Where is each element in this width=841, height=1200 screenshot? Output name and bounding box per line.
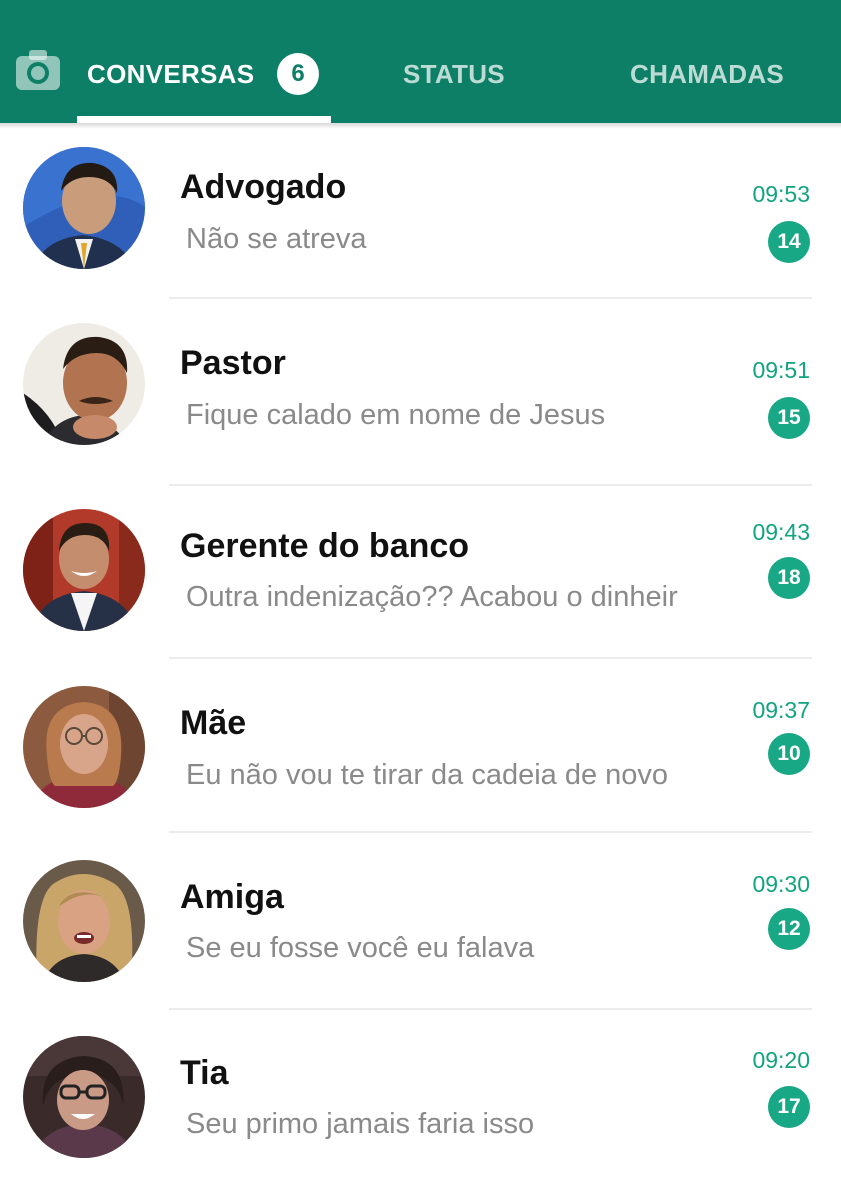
unread-count-badge: 10: [768, 733, 810, 775]
message-time: 09:30: [752, 871, 810, 897]
chat-row-advogado[interactable]: Advogado Não se atreva 09:53 14: [0, 127, 841, 299]
top-app-bar: CONVERSAS 6 STATUS CHAMADAS: [0, 0, 841, 123]
tab-status[interactable]: STATUS: [403, 56, 505, 92]
contact-name: Gerente do banco: [180, 527, 470, 565]
unread-count-badge: 14: [768, 221, 810, 263]
message-preview: Outra indenização?? Acabou o dinheir: [186, 581, 678, 613]
unread-count-badge: 12: [768, 908, 810, 950]
message-preview: Não se atreva: [186, 223, 367, 255]
message-preview: Fique calado em nome de Jesus: [186, 399, 606, 431]
message-time: 09:53: [752, 181, 810, 207]
contact-name: Amiga: [180, 878, 284, 916]
avatar[interactable]: [23, 509, 145, 631]
avatar[interactable]: [23, 860, 145, 982]
contact-name: Mãe: [180, 704, 247, 742]
message-preview: Se eu fosse você eu falava: [186, 932, 535, 964]
unread-count-badge: 17: [768, 1086, 810, 1128]
contact-name: Tia: [180, 1054, 229, 1092]
conversas-unread-badge: 6: [277, 53, 319, 95]
message-time: 09:20: [752, 1047, 810, 1073]
contact-name: Advogado: [180, 168, 347, 206]
divider: [169, 831, 812, 833]
tab-conversas[interactable]: CONVERSAS: [87, 56, 254, 92]
divider: [169, 297, 812, 299]
chat-row-gerente-do-banco[interactable]: Gerente do banco Outra indenização?? Aca…: [0, 489, 841, 657]
message-time: 09:37: [752, 697, 810, 723]
avatar[interactable]: [23, 323, 145, 445]
unread-count-badge: 15: [768, 397, 810, 439]
message-time: 09:51: [752, 357, 810, 383]
divider: [169, 657, 812, 659]
message-preview: Eu não vou te tirar da cadeia de novo: [186, 759, 669, 791]
chat-row-tia[interactable]: Tia Seu primo jamais faria isso 09:20 17: [0, 1013, 841, 1200]
camera-icon[interactable]: [16, 50, 60, 90]
message-preview: Seu primo jamais faria isso: [186, 1108, 535, 1140]
avatar[interactable]: [23, 147, 145, 269]
chat-row-mae[interactable]: Mãe Eu não vou te tirar da cadeia de nov…: [0, 663, 841, 831]
unread-count-badge: 18: [768, 557, 810, 599]
tab-chamadas[interactable]: CHAMADAS: [630, 56, 784, 92]
chat-row-pastor[interactable]: Pastor Fique calado em nome de Jesus 09:…: [0, 303, 841, 483]
active-tab-indicator: [77, 116, 331, 123]
divider: [169, 484, 812, 486]
chat-row-amiga[interactable]: Amiga Se eu fosse você eu falava 09:30 1…: [0, 837, 841, 1007]
divider: [169, 1008, 812, 1010]
avatar[interactable]: [23, 1036, 145, 1158]
contact-name: Pastor: [180, 344, 286, 382]
message-time: 09:43: [752, 519, 810, 545]
avatar[interactable]: [23, 686, 145, 808]
